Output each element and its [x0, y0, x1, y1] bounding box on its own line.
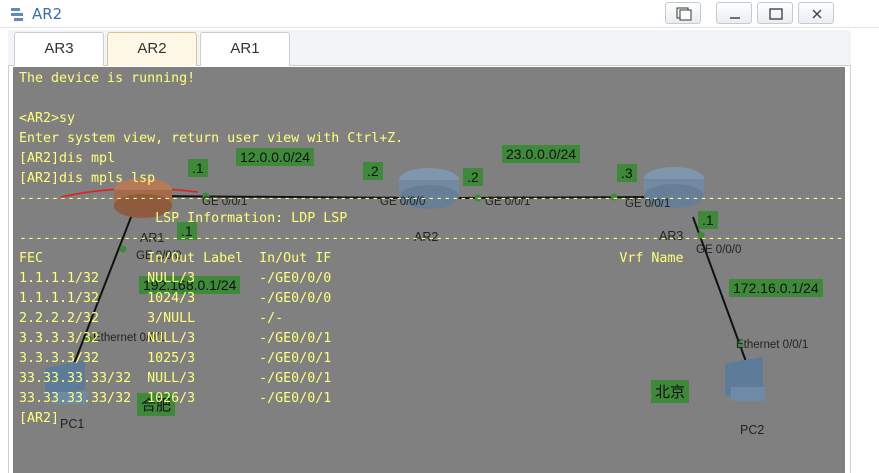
pc-icon — [725, 356, 765, 401]
terminal-table-row: 33.33.33.33/32 1026/3 -/GE0/0/1 — [19, 391, 332, 406]
device-console-window: AR2 AR3 AR2 AR1 GE 0/0/1 GE 0/0/0 GE 0/0… — [0, 0, 879, 473]
ip-badge-ar3-dot3: .3 — [617, 164, 637, 182]
device-label-pc1: PC1 — [60, 417, 85, 431]
router-app-icon — [11, 8, 23, 21]
terminal-table-row: 3.3.3.3/32 1025/3 -/GE0/0/1 — [19, 351, 332, 366]
terminal-table-row: 3.3.3.3/32 NULL/3 -/GE0/0/1 — [19, 331, 332, 346]
maximize-button[interactable] — [757, 2, 793, 24]
terminal-console[interactable]: GE 0/0/1 GE 0/0/0 GE 0/0/0 GE 0/0/1 GE 0… — [13, 67, 845, 473]
terminal-line: The device is running! — [19, 71, 196, 86]
terminal-table-header: FEC In/Out Label In/Out IF Vrf Name — [19, 251, 684, 266]
title-bar: AR2 — [0, 0, 879, 28]
terminal-line: [AR2]dis mpl — [19, 151, 116, 166]
terminal-line: LSP Information: LDP LSP — [19, 211, 348, 226]
ip-badge-net12: 12.0.0.0/24 — [236, 148, 315, 166]
restore-layout-icon — [676, 7, 692, 21]
close-icon — [812, 9, 822, 19]
city-label-beijing: 北京 — [651, 380, 690, 403]
tab-ar1[interactable]: AR1 — [200, 32, 290, 66]
window-title: AR2 — [32, 5, 63, 23]
ip-badge-ar3-lan-dot1: .1 — [698, 211, 718, 229]
device-label-pc2: PC2 — [740, 423, 765, 437]
terminal-table-row: 2.2.2.2/32 3/NULL -/- — [19, 311, 284, 326]
terminal-line: [AR2]dis mpls lsp — [19, 171, 156, 186]
terminal-prompt: [AR2] — [19, 411, 60, 426]
terminal-separator: ----------------------------------------… — [19, 231, 844, 246]
restore-layout-button[interactable] — [665, 2, 701, 24]
ip-badge-ar1-dot1: .1 — [188, 159, 208, 177]
maximize-icon — [769, 8, 783, 20]
if-label-pc2-eth: Ethernet 0/0/1 — [736, 339, 809, 351]
minimize-icon — [730, 17, 740, 19]
close-button[interactable] — [798, 2, 834, 24]
terminal-line: <AR2>sy — [19, 111, 76, 126]
tab-ar3[interactable]: AR3 — [14, 32, 104, 66]
tab-ar2[interactable]: AR2 — [107, 32, 197, 66]
ip-badge-lan-beijing: 172.16.0.1/24 — [729, 279, 823, 297]
terminal-line: Enter system view, return user view with… — [19, 131, 404, 146]
terminal-table-row: 1.1.1.1/32 NULL/3 -/GE0/0/0 — [19, 271, 332, 286]
terminal-separator: ----------------------------------------… — [19, 191, 844, 206]
device-tab-bar: AR3 AR2 AR1 — [8, 30, 851, 66]
minimize-button[interactable] — [716, 2, 752, 24]
ip-badge-ar2-dot2b: .2 — [463, 168, 483, 186]
ip-badge-ar2-dot2a: .2 — [363, 162, 383, 180]
terminal-table-row: 1.1.1.1/32 1024/3 -/GE0/0/0 — [19, 291, 332, 306]
terminal-table-row: 33.33.33.33/32 NULL/3 -/GE0/0/1 — [19, 371, 332, 386]
ip-badge-net23: 23.0.0.0/24 — [502, 145, 581, 163]
